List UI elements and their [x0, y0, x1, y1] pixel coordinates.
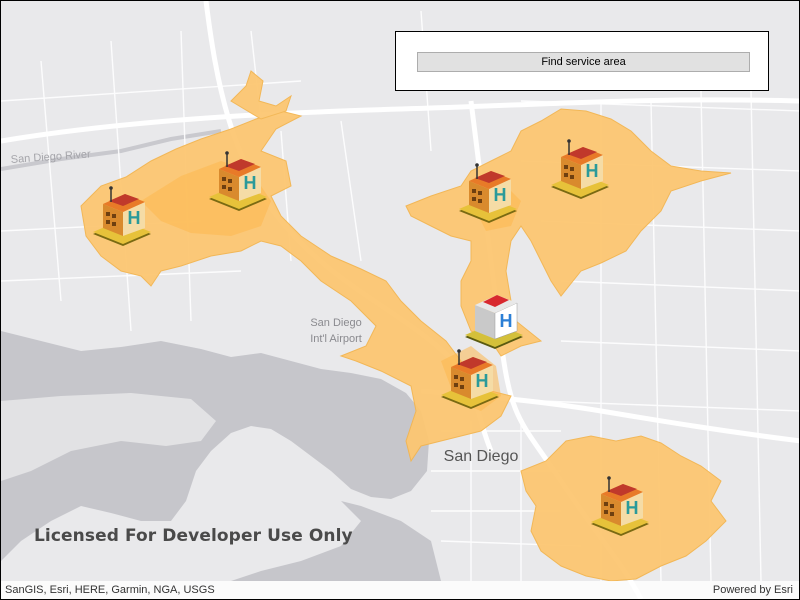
powered-by-link[interactable]: Powered by Esri [713, 584, 793, 596]
label-city: San Diego [444, 448, 519, 465]
app-window: H H [0, 0, 800, 600]
attribution-text: SanGIS, Esri, HERE, Garmin, NGA, USGS [5, 584, 215, 596]
label-airport-line1: San Diego [310, 317, 361, 329]
find-service-area-button[interactable]: Find service area [417, 52, 750, 72]
label-airport-line2: Int'l Airport [310, 333, 362, 345]
attribution-bar: SanGIS, Esri, HERE, Garmin, NGA, USGS Po… [1, 581, 799, 599]
control-panel: Find service area [395, 31, 769, 91]
license-watermark: Licensed For Developer Use Only [34, 526, 353, 546]
